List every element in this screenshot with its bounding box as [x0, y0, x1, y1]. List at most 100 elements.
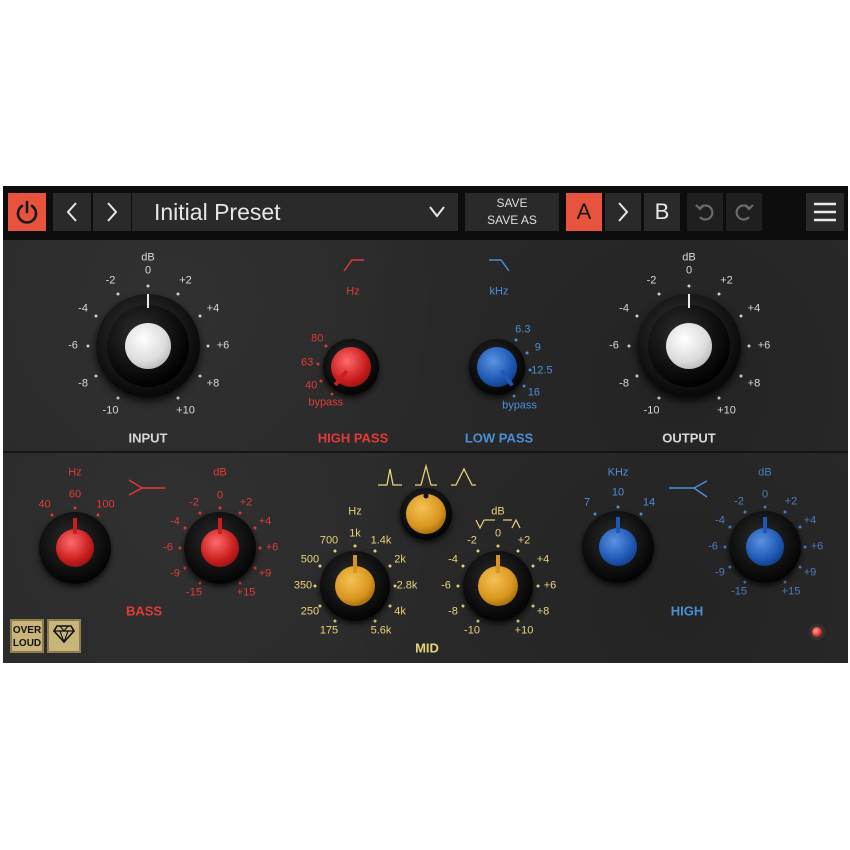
- highg-tick-label: +15: [781, 585, 801, 598]
- chevron-right-icon: [105, 201, 119, 223]
- preset-a-button[interactable]: A: [566, 193, 602, 231]
- tick-dot: [318, 604, 322, 608]
- output-tick-label: -8: [619, 377, 629, 389]
- tick-dot: [739, 314, 743, 318]
- input-tick-label: +8: [206, 377, 220, 389]
- chevron-down-icon: [428, 201, 446, 221]
- tick-dot: [94, 314, 98, 318]
- midf-tick-label: 1.4k: [370, 534, 392, 547]
- tick-dot: [176, 292, 180, 296]
- overloud-logo: OVER LOUD: [10, 619, 44, 653]
- input-tick-label: -6: [68, 339, 78, 352]
- tick-dot: [657, 396, 661, 400]
- mid-freq-unit-label: Hz: [348, 505, 362, 518]
- bass-frequency-knob[interactable]: [39, 512, 111, 584]
- lp-tick-label: bypass: [502, 399, 537, 412]
- input-tick-label: -2: [105, 274, 116, 287]
- next-preset-button[interactable]: [93, 193, 131, 231]
- tick-dot: [476, 619, 480, 623]
- high-pass-knob[interactable]: [323, 339, 379, 395]
- tick-dot: [218, 506, 222, 510]
- high-pass-unit-label: Hz: [346, 285, 360, 298]
- bassg-tick-label: +15: [236, 586, 256, 599]
- midf-tick-label: 350: [293, 579, 313, 592]
- tick-dot: [717, 396, 721, 400]
- high-gain-knob[interactable]: [729, 511, 801, 583]
- preset-name: Initial Preset: [154, 198, 281, 225]
- save-button[interactable]: SAVE: [496, 195, 527, 212]
- output-gain-knob[interactable]: [637, 294, 741, 398]
- bassg-tick-label: -2: [189, 496, 199, 509]
- mid-frequency-knob[interactable]: [320, 551, 390, 621]
- tick-dot: [253, 526, 257, 530]
- low-pass-knob[interactable]: [469, 339, 525, 395]
- mid-title: MID: [415, 640, 439, 656]
- low-pass-unit-label: kHz: [489, 285, 509, 298]
- highg-tick-label: -4: [715, 514, 725, 527]
- midg-tick-label: +8: [536, 605, 550, 618]
- tick-dot: [388, 604, 392, 608]
- tick-dot: [803, 545, 807, 549]
- input-tick-label: 0: [144, 264, 152, 277]
- tick-dot: [496, 544, 500, 548]
- midg-tick-label: +4: [536, 553, 550, 566]
- midg-tick-label: -10: [464, 624, 480, 637]
- highf-tick-label: 14: [642, 496, 656, 509]
- tick-dot: [456, 584, 460, 588]
- tick-dot: [96, 513, 100, 517]
- tick-dot: [593, 512, 597, 516]
- tick-dot: [747, 344, 751, 348]
- input-tick-label: +2: [179, 274, 192, 287]
- redo-button[interactable]: [726, 193, 762, 231]
- tick-dot: [258, 546, 262, 550]
- mid-gain-knob[interactable]: [463, 551, 533, 621]
- output-tick-label: -4: [619, 302, 629, 314]
- input-gain-knob[interactable]: [96, 294, 200, 398]
- highg-tick-label: -2: [734, 495, 744, 508]
- tick-dot: [316, 362, 320, 366]
- tick-dot: [528, 368, 532, 372]
- midg-tick-label: 0: [494, 527, 502, 540]
- tick-dot: [739, 374, 743, 378]
- midg-tick-label: +10: [514, 624, 534, 637]
- tick-dot: [461, 604, 465, 608]
- mid-bandwidth-knob[interactable]: [400, 488, 452, 540]
- filter-panel: dB 0 +2 +4 +6 +8 +10 -10 -8 -6 -4 -2 INPUT Hz 80 63…: [3, 240, 848, 453]
- output-tick-label: 0: [685, 264, 693, 277]
- tick-dot: [522, 384, 526, 388]
- tick-dot: [531, 604, 535, 608]
- bass-gain-knob[interactable]: [184, 512, 256, 584]
- tick-dot: [798, 565, 802, 569]
- tick-dot: [178, 546, 182, 550]
- hp-tick-label: 63: [301, 356, 314, 369]
- input-tick-label: -8: [78, 377, 88, 389]
- output-unit-label: dB: [682, 251, 696, 264]
- preset-b-button[interactable]: B: [644, 193, 680, 231]
- copy-a-to-b-button[interactable]: [605, 193, 641, 231]
- tick-dot: [206, 344, 210, 348]
- bassg-tick-label: +9: [258, 567, 272, 580]
- high-pass-title: HIGH PASS: [317, 430, 389, 446]
- tick-dot: [318, 564, 322, 568]
- power-button[interactable]: [8, 193, 46, 231]
- high-frequency-knob[interactable]: [582, 511, 654, 583]
- output-tick-label: +10: [717, 404, 736, 417]
- tick-dot: [525, 351, 529, 355]
- hamburger-menu-icon: [813, 201, 837, 223]
- tick-dot: [50, 513, 54, 517]
- midf-tick-label: 500: [300, 553, 320, 566]
- undo-button[interactable]: [687, 193, 723, 231]
- highg-tick-label: -9: [715, 566, 725, 579]
- input-tick-label: +6: [216, 339, 230, 352]
- menu-button[interactable]: [806, 193, 844, 231]
- input-title: INPUT: [128, 430, 168, 446]
- power-led-icon: [809, 624, 825, 640]
- tick-dot: [616, 505, 620, 509]
- preset-selector[interactable]: Initial Preset: [132, 193, 458, 231]
- highf-tick-label: 7: [583, 496, 591, 509]
- tick-dot: [373, 549, 377, 553]
- high-gain-unit-label: dB: [758, 466, 772, 479]
- previous-preset-button[interactable]: [53, 193, 91, 231]
- save-as-button[interactable]: SAVE AS: [487, 212, 537, 229]
- bassg-tick-label: 0: [216, 489, 224, 502]
